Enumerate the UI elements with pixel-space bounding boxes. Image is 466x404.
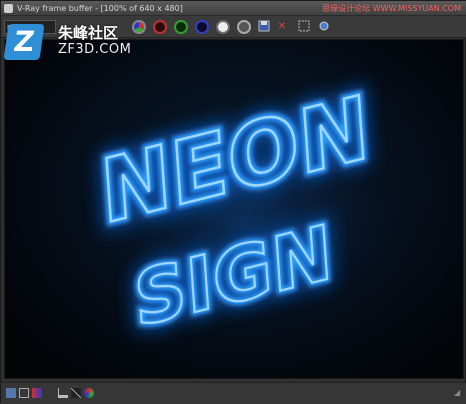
mono-channel-icon[interactable] — [237, 20, 251, 34]
curve-icon[interactable] — [71, 388, 81, 398]
save-icon[interactable] — [257, 20, 271, 34]
logo-name-cn: 朱峰社区 — [58, 24, 119, 42]
render-region-icon[interactable] — [297, 20, 311, 34]
logo-mark: Z — [3, 24, 45, 60]
green-channel-icon[interactable] — [174, 20, 188, 34]
watermark-text: 思缘设计论坛 WWW.MISSYUAN.COM — [322, 4, 461, 13]
red-channel-icon[interactable] — [153, 20, 167, 34]
color-correction-icon[interactable] — [84, 388, 94, 398]
render-viewport[interactable]: NEON NEON NEON SIGN SIGN SIGN — [4, 39, 464, 379]
resize-grip-icon[interactable]: ◢ — [454, 389, 462, 397]
title-bar[interactable]: V-Ray frame buffer - [100% of 640 x 480]… — [1, 1, 466, 16]
history-icon[interactable] — [6, 388, 16, 398]
vray-frame-buffer-window: V-Ray frame buffer - [100% of 640 x 480]… — [0, 0, 466, 404]
window-title: V-Ray frame buffer - [100% of 640 x 480] — [17, 4, 183, 13]
app-icon — [4, 4, 13, 13]
clear-icon[interactable]: ✕ — [275, 20, 289, 34]
logo-name-en: ZF3D.COM — [58, 42, 132, 57]
lens-effects-icon[interactable] — [32, 388, 42, 398]
bottom-toolbar: ◢ — [1, 382, 466, 404]
blue-channel-icon[interactable] — [195, 20, 209, 34]
settings-icon[interactable] — [317, 20, 331, 34]
alpha-channel-icon[interactable] — [216, 20, 230, 34]
levels-icon[interactable] — [58, 388, 68, 398]
site-logo: Z 朱峰社区 ZF3D.COM — [3, 20, 146, 64]
neon-render: NEON NEON NEON SIGN SIGN SIGN — [45, 69, 445, 352]
compare-icon[interactable] — [19, 388, 29, 398]
